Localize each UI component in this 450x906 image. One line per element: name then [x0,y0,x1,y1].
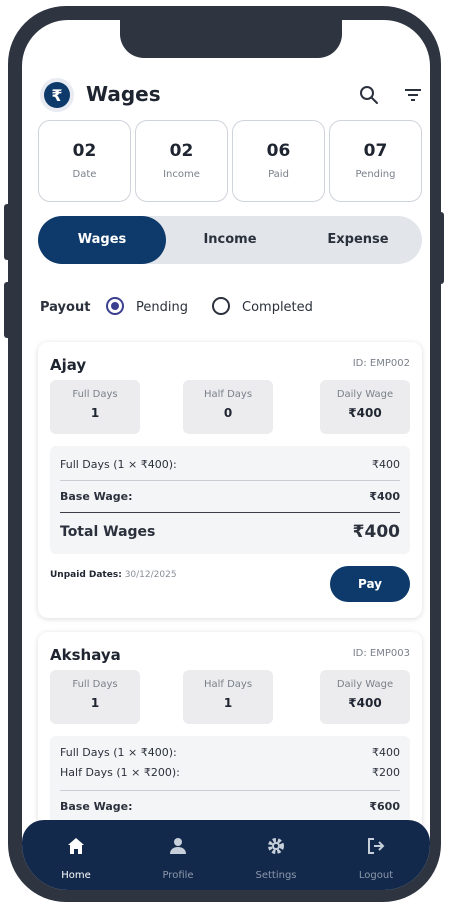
stat-label: Paid [268,169,289,180]
notch [120,20,342,58]
stat-income: 02 Income [135,120,228,202]
unpaid-dates: Unpaid Dates: 30/12/2025 [50,570,177,580]
app-screen: ₹ Wages 02 Date 02 Income 06 Paid 07 Pen… [22,20,430,890]
radio-pending[interactable] [106,297,124,315]
radio-completed-label[interactable]: Completed [242,300,313,315]
stat-value: 02 [72,141,97,161]
pay-button[interactable]: Pay [330,566,410,602]
mini-value: ₹400 [348,696,382,710]
half-days-box: Half Days 1 [183,670,273,724]
search-icon[interactable] [358,84,380,106]
total-wages-row: Total Wages ₹400 [60,522,400,542]
unpaid-date-value: 30/12/2025 [124,570,177,580]
mini-label: Half Days [203,679,253,690]
employee-name: Akshaya [50,646,121,664]
calc-row: Full Days (1 × ₹400): ₹400 [60,458,400,471]
unpaid-label: Unpaid Dates: [50,570,122,580]
logo-symbol: ₹ [44,82,70,108]
tab-expense[interactable]: Expense [294,216,422,264]
payout-filter: Payout Pending Completed [40,296,420,320]
tab-wages[interactable]: Wages [38,216,166,264]
gear-icon [268,838,284,854]
mini-label: Full Days [72,679,118,690]
daily-wage-box: Daily Wage ₹400 [320,380,410,434]
rupee-logo-icon: ₹ [40,78,74,112]
summary-stats: 02 Date 02 Income 06 Paid 07 Pending [38,120,422,202]
employee-card: Akshaya ID: EMP003 Full Days 1 Half Days… [38,632,422,852]
nav-label: Home [61,870,91,881]
volume-button-up [4,204,14,260]
calc-row-label: Full Days (1 × ₹400): [60,458,177,471]
stat-value: 07 [363,141,388,161]
nav-label: Logout [358,870,394,881]
power-button [436,212,444,284]
mini-value: 0 [223,406,233,420]
employee-id: ID: EMP003 [352,648,410,659]
divider [60,790,400,791]
mini-label: Half Days [203,389,253,400]
base-wage-label: Base Wage: [60,800,133,813]
base-wage-row: Base Wage: ₹400 [60,490,400,503]
base-wage-row: Base Wage: ₹600 [60,800,400,813]
stat-pending: 07 Pending [329,120,422,202]
radio-pending-label[interactable]: Pending [136,300,188,315]
radio-completed[interactable] [212,297,230,315]
nav-settings[interactable]: Settings [226,820,326,890]
filter-icon[interactable] [402,84,424,106]
person-icon [170,838,186,854]
home-icon [68,838,84,854]
mini-value: 1 [223,696,233,710]
divider [60,480,400,481]
bottom-nav: Home Profile Settings Logout [22,820,430,890]
nav-home[interactable]: Home [26,820,126,890]
base-wage-value: ₹600 [369,800,400,813]
mini-label: Daily Wage [336,389,394,400]
daily-wage-box: Daily Wage ₹400 [320,670,410,724]
calc-row: Half Days (1 × ₹200): ₹200 [60,766,400,779]
mini-value: 1 [90,696,100,710]
stat-paid: 06 Paid [232,120,325,202]
nav-label: Settings [255,870,297,881]
stat-label: Date [72,169,97,180]
base-wage-label: Base Wage: [60,490,133,503]
logout-icon [368,838,385,854]
segment-tabs: Wages Income Expense [38,216,422,264]
nav-logout[interactable]: Logout [326,820,426,890]
mini-label: Full Days [72,389,118,400]
payout-label: Payout [40,300,91,315]
stat-value: 06 [266,141,291,161]
stat-date: 02 Date [38,120,131,202]
nav-profile[interactable]: Profile [128,820,228,890]
mini-value: 1 [90,406,100,420]
total-wages-value: ₹400 [352,522,400,542]
mini-label: Daily Wage [336,679,394,690]
full-days-box: Full Days 1 [50,380,140,434]
calc-row-value: ₹400 [372,458,400,471]
total-wages-label: Total Wages [60,524,156,540]
calc-row-label: Full Days (1 × ₹400): [60,746,177,759]
calc-row-value: ₹200 [372,766,400,779]
nav-label: Profile [162,870,194,881]
stat-value: 02 [169,141,194,161]
stat-label: Pending [355,169,396,180]
employee-name: Ajay [50,356,87,374]
app-header: ₹ Wages [40,78,424,118]
wage-breakdown: Full Days (1 × ₹400): ₹400 Base Wage: ₹4… [50,446,410,554]
calc-row-label: Half Days (1 × ₹200): [60,766,180,779]
base-wage-value: ₹400 [369,490,400,503]
tab-income[interactable]: Income [166,216,294,264]
page-title: Wages [86,82,161,106]
full-days-box: Full Days 1 [50,670,140,724]
mini-value: ₹400 [348,406,382,420]
employee-id: ID: EMP002 [352,358,410,369]
volume-button-down [4,282,14,338]
half-days-box: Half Days 0 [183,380,273,434]
calc-row: Full Days (1 × ₹400): ₹400 [60,746,400,759]
stat-label: Income [163,169,200,180]
calc-row-value: ₹400 [372,746,400,759]
employee-card: Ajay ID: EMP002 Full Days 1 Half Days 0 … [38,342,422,618]
divider [60,512,400,513]
